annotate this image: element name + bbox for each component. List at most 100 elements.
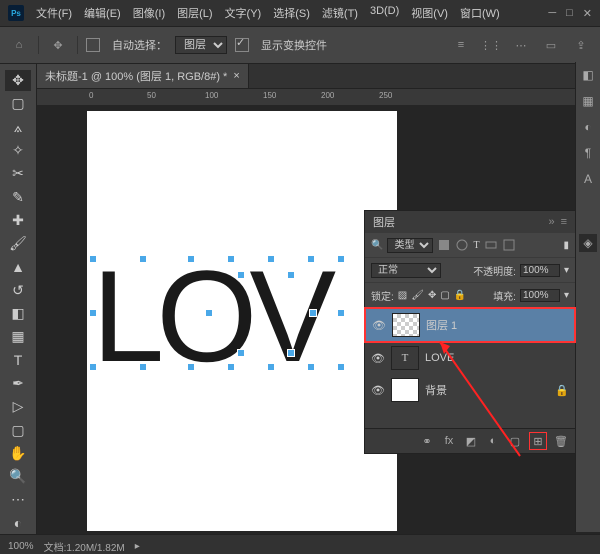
tab-close-icon[interactable]: ×	[233, 70, 239, 82]
menu-view[interactable]: 视图(V)	[411, 5, 448, 21]
stamp-tool[interactable]: ▲	[5, 256, 31, 277]
minimize-icon[interactable]: ─	[548, 7, 556, 20]
menu-file[interactable]: 文件(F)	[36, 5, 72, 21]
layer-filter-row: 🔍 类型 T ▮	[365, 233, 575, 258]
home-icon[interactable]: ⌂	[8, 34, 30, 56]
gradient-tool[interactable]: ▦	[5, 326, 31, 347]
move-tool[interactable]: ✥	[5, 70, 31, 91]
autoselect-target[interactable]: 图层	[175, 36, 227, 54]
dock-swatches-icon[interactable]: ▦	[579, 92, 597, 110]
menu-image[interactable]: 图像(I)	[133, 5, 165, 21]
filter-toggle[interactable]: ▮	[563, 240, 569, 251]
visibility-icon[interactable]: 👁	[371, 384, 385, 397]
canvas[interactable]: LOV	[87, 111, 397, 531]
wand-tool[interactable]: ✧	[5, 140, 31, 161]
dock-paragraph-icon[interactable]: ¶	[579, 144, 597, 162]
autoselect-checkbox[interactable]	[86, 38, 100, 52]
filter-smart-icon[interactable]	[502, 238, 516, 252]
mask-icon[interactable]: ◩	[463, 433, 479, 449]
panel-collapse-icon[interactable]: »	[548, 216, 554, 228]
lock-paint-icon[interactable]: 🖌	[411, 290, 424, 301]
showcontrols-label: 显示变换控件	[261, 37, 327, 53]
menu-filter[interactable]: 滤镜(T)	[322, 5, 358, 21]
layer-name[interactable]: 图层 1	[426, 317, 457, 333]
filter-type-select[interactable]: 类型	[387, 238, 433, 253]
layer-thumbnail[interactable]	[391, 378, 419, 402]
group-icon[interactable]: ▢	[507, 433, 523, 449]
lock-icon: 🔒	[555, 384, 569, 397]
filter-adjust-icon[interactable]	[455, 238, 469, 252]
crop-tool[interactable]: ✂	[5, 163, 31, 184]
mode-icon[interactable]: ▭	[540, 34, 562, 56]
visibility-icon[interactable]: 👁	[371, 352, 385, 365]
fill-dropdown-icon[interactable]: ▾	[564, 290, 569, 301]
shape-tool[interactable]: ▢	[5, 419, 31, 440]
lasso-tool[interactable]: ⟑	[5, 117, 31, 138]
opacity-value[interactable]: 100%	[520, 264, 560, 277]
edit-toolbar[interactable]: ⋯	[5, 489, 31, 510]
zoom-tool[interactable]: 🔍	[5, 466, 31, 487]
layer-thumbnail[interactable]	[392, 313, 420, 337]
menu-layer[interactable]: 图层(L)	[177, 5, 212, 21]
blend-mode-select[interactable]: 正常	[371, 263, 441, 278]
new-layer-icon[interactable]: ⊞	[529, 432, 547, 450]
layer-thumbnail[interactable]: T	[391, 346, 419, 370]
filter-pixel-icon[interactable]	[437, 238, 451, 252]
hand-tool[interactable]: ✋	[5, 443, 31, 464]
dock-character-icon[interactable]: A	[579, 170, 597, 188]
more-icon[interactable]: ⋯	[510, 34, 532, 56]
align-icon[interactable]: ≡	[450, 34, 472, 56]
status-dropdown-icon[interactable]: ▸	[135, 541, 140, 552]
fx-icon[interactable]: fx	[441, 433, 457, 449]
opacity-dropdown-icon[interactable]: ▾	[564, 265, 569, 276]
visibility-icon[interactable]: 👁	[372, 319, 386, 332]
search-icon[interactable]: 🔍	[371, 240, 383, 251]
dock-color-icon[interactable]: ◐	[579, 118, 597, 136]
eraser-tool[interactable]: ◧	[5, 303, 31, 324]
adjustment-icon[interactable]: ◐	[485, 433, 501, 449]
zoom-value[interactable]: 100%	[8, 541, 34, 552]
ruler-horizontal: 0 50 100 150 200 250	[37, 89, 600, 105]
history-brush-tool[interactable]: ↺	[5, 280, 31, 301]
pen-tool[interactable]: ✒	[5, 373, 31, 394]
showcontrols-checkbox[interactable]	[235, 38, 249, 52]
share-icon[interactable]: ⇪	[570, 34, 592, 56]
autoselect-label: 自动选择：	[112, 37, 167, 53]
layer-item-layer1[interactable]: 👁 图层 1	[365, 308, 575, 342]
doc-tab[interactable]: 未标题-1 @ 100% (图层 1, RGB/8#) * ×	[37, 64, 249, 88]
link-layers-icon[interactable]: ⚭	[419, 433, 435, 449]
close-icon[interactable]: ✕	[583, 7, 592, 20]
heal-tool[interactable]: ✚	[5, 210, 31, 231]
layer-item-love[interactable]: 👁 T LOVE	[365, 342, 575, 374]
menu-type[interactable]: 文字(Y)	[225, 5, 262, 21]
panel-menu-icon[interactable]: ≡	[561, 216, 567, 228]
menu-window[interactable]: 窗口(W)	[460, 5, 500, 21]
dock-layers-icon[interactable]: ◈	[579, 234, 597, 252]
maximize-icon[interactable]: □	[566, 7, 573, 20]
layers-panel-footer: ⚭ fx ◩ ◐ ▢ ⊞ 🗑	[365, 428, 575, 453]
menu-select[interactable]: 选择(S)	[273, 5, 310, 21]
layer-item-background[interactable]: 👁 背景 🔒	[365, 374, 575, 406]
brush-tool[interactable]: 🖌	[5, 233, 31, 254]
distribute-icon[interactable]: ⋮⋮	[480, 34, 502, 56]
filter-shape-icon[interactable]	[484, 238, 498, 252]
menu-edit[interactable]: 编辑(E)	[84, 5, 121, 21]
layer-name[interactable]: LOVE	[425, 352, 454, 364]
menu-3d[interactable]: 3D(D)	[370, 5, 399, 21]
color-swap[interactable]: ◐	[5, 513, 31, 534]
delete-layer-icon[interactable]: 🗑	[553, 433, 569, 449]
type-tool[interactable]: T	[5, 350, 31, 371]
lock-trans-icon[interactable]: ▨	[398, 290, 407, 301]
lock-nest-icon[interactable]: ▢	[440, 290, 449, 301]
path-select-tool[interactable]: ▷	[5, 396, 31, 417]
move-tool-icon[interactable]: ✥	[47, 34, 69, 56]
filter-type-icon[interactable]: T	[473, 240, 479, 251]
dock-history-icon[interactable]: ◧	[579, 66, 597, 84]
lock-pos-icon[interactable]: ✥	[428, 290, 436, 301]
lock-all-icon[interactable]: 🔒	[454, 290, 466, 301]
layer-name[interactable]: 背景	[425, 382, 447, 398]
marquee-tool[interactable]: ▢	[5, 93, 31, 114]
tool-panel: ✥ ▢ ⟑ ✧ ✂ ✎ ✚ 🖌 ▲ ↺ ◧ ▦ T ✒ ▷ ▢ ✋ 🔍 ⋯ ◐	[0, 64, 37, 534]
fill-value[interactable]: 100%	[520, 289, 560, 302]
eyedropper-tool[interactable]: ✎	[5, 186, 31, 207]
